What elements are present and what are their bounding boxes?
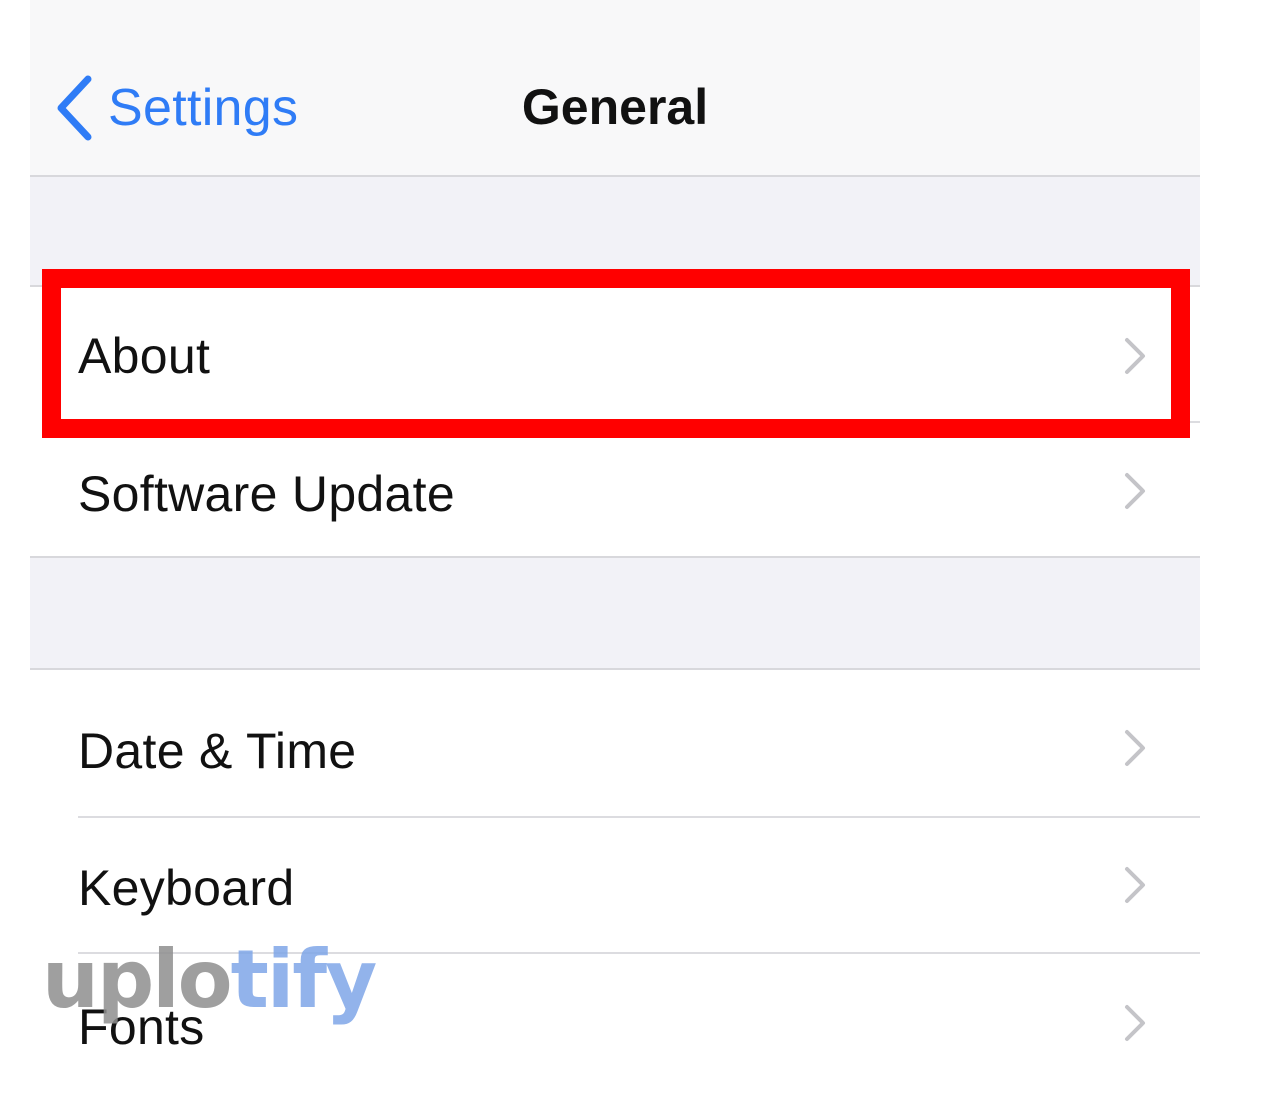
page-title: General bbox=[521, 79, 709, 135]
watermark-text-part2: tify bbox=[230, 933, 378, 1026]
row-date-time-label: Date & Time bbox=[78, 723, 357, 779]
row-about-label: About bbox=[78, 328, 211, 384]
section-spacer bbox=[30, 177, 1200, 287]
chevron-right-icon bbox=[1123, 1003, 1147, 1048]
chevron-right-icon bbox=[1123, 471, 1147, 516]
chevron-right-icon bbox=[1123, 865, 1147, 910]
navigation-bar: Settings General bbox=[30, 0, 1200, 177]
row-about[interactable]: About bbox=[30, 289, 1200, 421]
row-date-time[interactable]: Date & Time bbox=[30, 670, 1200, 816]
row-software-update-label: Software Update bbox=[78, 466, 455, 522]
row-software-update[interactable]: Software Update bbox=[30, 423, 1200, 556]
chevron-right-icon bbox=[1123, 336, 1147, 381]
row-keyboard[interactable]: Keyboard bbox=[30, 818, 1200, 952]
section-spacer bbox=[30, 556, 1200, 670]
row-keyboard-label: Keyboard bbox=[78, 860, 295, 916]
chevron-right-icon bbox=[1123, 728, 1147, 773]
watermark-text-part1: uplo bbox=[42, 933, 233, 1026]
watermark-logo: uplotify bbox=[42, 940, 377, 1020]
